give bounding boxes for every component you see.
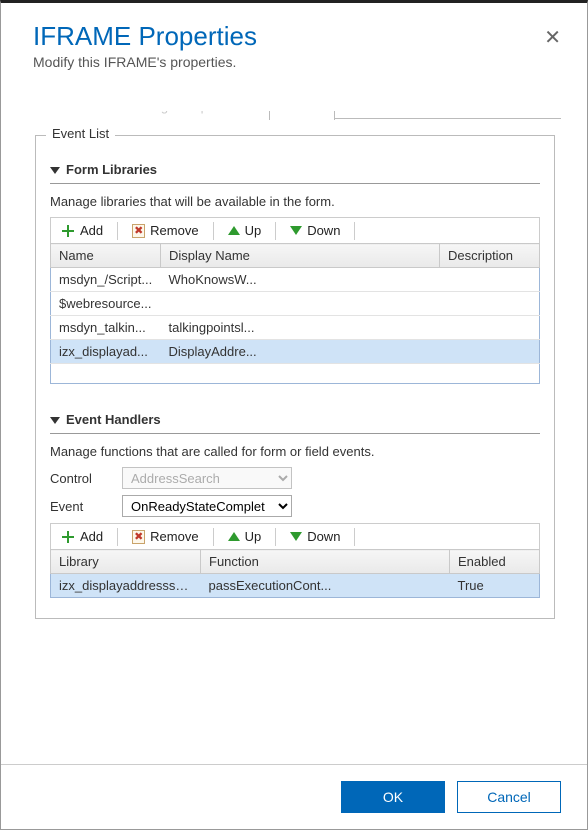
- event-handlers-hint: Manage functions that are called for for…: [50, 444, 540, 459]
- toolbar-separator: [275, 222, 276, 240]
- remove-icon: [132, 224, 145, 238]
- remove-icon: [132, 530, 145, 544]
- table-cell: izx_displayad...: [51, 340, 161, 364]
- col-description[interactable]: Description: [440, 244, 540, 268]
- tab-dependencies[interactable]: Dependencies: [171, 111, 269, 120]
- down-button[interactable]: Down: [284, 527, 346, 546]
- add-button[interactable]: Add: [55, 221, 109, 240]
- add-label: Add: [80, 529, 103, 544]
- arrow-down-icon: [290, 226, 302, 235]
- toolbar-separator: [117, 528, 118, 546]
- add-button[interactable]: Add: [55, 527, 109, 546]
- event-label: Event: [50, 499, 110, 514]
- form-libraries-hint: Manage libraries that will be available …: [50, 194, 540, 209]
- col-library[interactable]: Library: [51, 550, 201, 574]
- table-cell: [440, 340, 540, 364]
- toolbar-separator: [354, 222, 355, 240]
- dialog-title: IFRAME Properties: [33, 21, 555, 52]
- dialog-body: General Formatting Dependencies Events E…: [33, 110, 567, 752]
- event-handlers-table[interactable]: Library Function Enabled izx_displayaddr…: [50, 549, 540, 598]
- toolbar-separator: [213, 222, 214, 240]
- remove-button[interactable]: Remove: [126, 221, 204, 240]
- control-select[interactable]: AddressSearch: [122, 467, 292, 489]
- control-row: Control AddressSearch: [50, 467, 540, 489]
- add-icon: [61, 224, 75, 238]
- table-row: [51, 364, 540, 384]
- col-function[interactable]: Function: [201, 550, 450, 574]
- table-cell: izx_displayaddresssd...: [51, 574, 201, 598]
- col-enabled[interactable]: Enabled: [450, 550, 540, 574]
- table-cell: [440, 292, 540, 316]
- arrow-up-icon: [228, 532, 240, 541]
- table-row[interactable]: $webresource...: [51, 292, 540, 316]
- toolbar-separator: [354, 528, 355, 546]
- col-name[interactable]: Name: [51, 244, 161, 268]
- table-cell: [440, 268, 540, 292]
- table-row[interactable]: izx_displayad...DisplayAddre...: [51, 340, 540, 364]
- table-cell: passExecutionCont...: [201, 574, 450, 598]
- tab-formatting[interactable]: Formatting: [93, 111, 171, 120]
- table-cell: WhoKnowsW...: [161, 268, 440, 292]
- event-row: Event OnReadyStateComplet: [50, 495, 540, 517]
- toolbar-separator: [213, 528, 214, 546]
- event-select[interactable]: OnReadyStateComplet: [122, 495, 292, 517]
- table-row[interactable]: izx_displayaddresssd...passExecutionCont…: [51, 574, 540, 598]
- down-label: Down: [307, 223, 340, 238]
- event-list-fieldset: Event List Form Libraries Manage librari…: [35, 135, 555, 619]
- dialog-iframe-properties: IFRAME Properties Modify this IFRAME's p…: [0, 0, 588, 830]
- tab-events[interactable]: Events: [269, 111, 335, 120]
- table-cell: [161, 292, 440, 316]
- table-cell: [440, 316, 540, 340]
- close-icon[interactable]: ✕: [544, 25, 561, 50]
- ok-button[interactable]: OK: [341, 781, 445, 813]
- form-libraries-toolbar: Add Remove Up Down: [50, 217, 540, 243]
- dialog-footer: OK Cancel: [1, 764, 587, 829]
- event-handlers-toolbar: Add Remove Up Down: [50, 523, 540, 549]
- table-row[interactable]: msdyn_talkin...talkingpointsl...: [51, 316, 540, 340]
- collapse-icon: [50, 417, 60, 424]
- up-label: Up: [245, 529, 262, 544]
- dialog-header: IFRAME Properties Modify this IFRAME's p…: [1, 3, 587, 80]
- section-form-libraries[interactable]: Form Libraries: [50, 156, 540, 184]
- scroll-area[interactable]: General Formatting Dependencies Events E…: [33, 111, 567, 752]
- up-button[interactable]: Up: [222, 221, 268, 240]
- table-cell: talkingpointsl...: [161, 316, 440, 340]
- remove-button[interactable]: Remove: [126, 527, 204, 546]
- down-button[interactable]: Down: [284, 221, 346, 240]
- control-label: Control: [50, 471, 110, 486]
- fieldset-legend: Event List: [46, 126, 115, 141]
- table-row[interactable]: msdyn_/Script...WhoKnowsW...: [51, 268, 540, 292]
- tab-general[interactable]: General: [33, 111, 93, 120]
- toolbar-separator: [275, 528, 276, 546]
- remove-label: Remove: [150, 223, 198, 238]
- table-cell: $webresource...: [51, 292, 161, 316]
- remove-label: Remove: [150, 529, 198, 544]
- table-cell: DisplayAddre...: [161, 340, 440, 364]
- up-label: Up: [245, 223, 262, 238]
- collapse-icon: [50, 167, 60, 174]
- section-title: Form Libraries: [66, 162, 157, 177]
- tab-strip: General Formatting Dependencies Events: [33, 111, 561, 119]
- down-label: Down: [307, 529, 340, 544]
- toolbar-separator: [117, 222, 118, 240]
- section-event-handlers[interactable]: Event Handlers: [50, 406, 540, 434]
- col-display[interactable]: Display Name: [161, 244, 440, 268]
- arrow-up-icon: [228, 226, 240, 235]
- section-title: Event Handlers: [66, 412, 161, 427]
- form-libraries-table[interactable]: Name Display Name Description msdyn_/Scr…: [50, 243, 540, 384]
- table-cell: msdyn_/Script...: [51, 268, 161, 292]
- table-cell: True: [450, 574, 540, 598]
- add-icon: [61, 530, 75, 544]
- arrow-down-icon: [290, 532, 302, 541]
- dialog-subtitle: Modify this IFRAME's properties.: [33, 54, 555, 70]
- up-button[interactable]: Up: [222, 527, 268, 546]
- cancel-button[interactable]: Cancel: [457, 781, 561, 813]
- table-cell: msdyn_talkin...: [51, 316, 161, 340]
- add-label: Add: [80, 223, 103, 238]
